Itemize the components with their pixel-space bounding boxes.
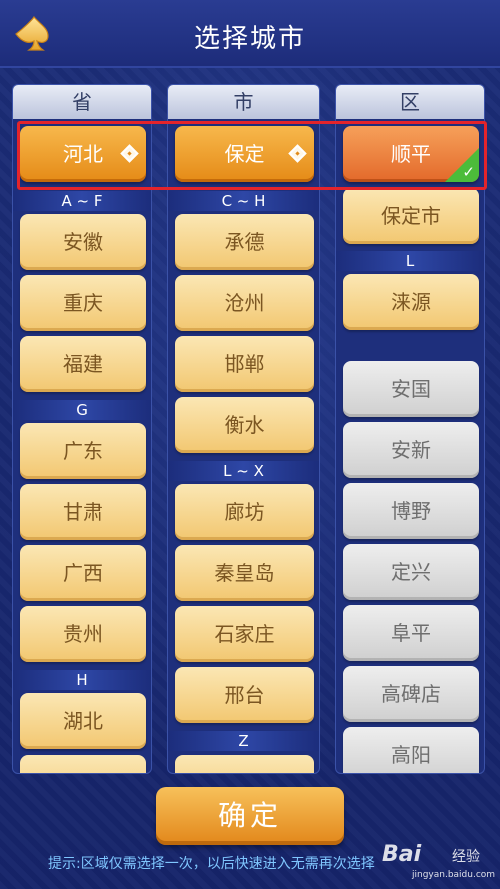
confirm-button[interactable]: 确定: [156, 787, 344, 845]
letter-header-ch: C ~ H: [168, 191, 319, 211]
selected-province-label: 河北: [63, 142, 103, 166]
letter-header-af: A ~ F: [13, 191, 151, 211]
header-bar: 选择城市: [0, 0, 500, 68]
province-item-partial[interactable]: [20, 755, 146, 773]
watermark-jingyan: 经验: [452, 849, 480, 865]
district-item-disabled[interactable]: 阜平: [343, 605, 479, 661]
province-item[interactable]: 安徽: [20, 214, 146, 270]
city-item[interactable]: 石家庄: [175, 606, 314, 662]
province-column[interactable]: 省 河北 A ~ F 安徽 重庆 福建 G 广东 甘肃 广西 贵州 H 湖北: [12, 84, 152, 774]
province-item[interactable]: 甘肃: [20, 484, 146, 540]
district-item[interactable]: 保定市: [343, 188, 479, 244]
selected-district-label: 顺平: [391, 142, 431, 166]
city-item[interactable]: 衡水: [175, 397, 314, 453]
diamond-icon: [120, 144, 139, 163]
watermark-brand: Bai: [382, 842, 422, 867]
letter-header-h: H: [13, 670, 151, 690]
letter-header-lx: L ~ X: [168, 461, 319, 481]
page-title: 选择城市: [193, 24, 306, 54]
checkmark-icon: ✓: [462, 163, 475, 181]
diamond-icon: [288, 144, 307, 163]
district-column-heading: 区: [336, 85, 484, 119]
letter-header-l: L: [336, 251, 484, 271]
city-item[interactable]: 廊坊: [175, 484, 314, 540]
selected-province-item[interactable]: 河北: [20, 126, 146, 182]
letter-header-z: Z: [168, 731, 319, 751]
watermark-url: jingyan.baidu.com: [412, 870, 496, 880]
letter-header-g: G: [13, 400, 151, 420]
selected-city-label: 保定: [224, 142, 265, 166]
district-item-disabled[interactable]: 安新: [343, 422, 479, 478]
city-item[interactable]: 邯郸: [175, 336, 314, 392]
province-item[interactable]: 重庆: [20, 275, 146, 331]
district-item-disabled[interactable]: 定兴: [343, 544, 479, 600]
hint-text: 提示:区域仅需选择一次，以后快速进入无需再次选择: [48, 856, 375, 872]
city-item[interactable]: 承德: [175, 214, 314, 270]
city-item[interactable]: 沧州: [175, 275, 314, 331]
watermark: Bai 经验 jingyan.baidu.com: [382, 842, 496, 886]
selected-district-item[interactable]: 顺平 ✓: [343, 126, 479, 182]
city-item[interactable]: 邢台: [175, 667, 314, 723]
city-item-partial[interactable]: [175, 755, 314, 773]
district-item-disabled[interactable]: 高阳: [343, 727, 479, 773]
province-item[interactable]: 贵州: [20, 606, 146, 662]
province-item[interactable]: 福建: [20, 336, 146, 392]
selected-city-item[interactable]: 保定: [175, 126, 314, 182]
district-item-disabled[interactable]: 高碑店: [343, 666, 479, 722]
district-column[interactable]: 区 顺平 ✓ 保定市 L 涞源 安国 安新 博野 定兴 阜平 高碑店 高阳: [335, 84, 485, 774]
province-item[interactable]: 广东: [20, 423, 146, 479]
city-column[interactable]: 市 保定 C ~ H 承德 沧州 邯郸 衡水 L ~ X 廊坊 秦皇岛 石家庄 …: [167, 84, 320, 774]
district-item-disabled[interactable]: 博野: [343, 483, 479, 539]
province-item[interactable]: 湖北: [20, 693, 146, 749]
district-item[interactable]: 涞源: [343, 274, 479, 330]
district-item-disabled[interactable]: 安国: [343, 361, 479, 417]
city-column-heading: 市: [168, 85, 319, 119]
province-column-heading: 省: [13, 85, 151, 119]
province-item[interactable]: 广西: [20, 545, 146, 601]
city-item[interactable]: 秦皇岛: [175, 545, 314, 601]
app-screen: 选择城市 省 河北 A ~ F 安徽 重庆 福建 G 广东 甘肃 广西 贵州 H…: [0, 0, 500, 889]
